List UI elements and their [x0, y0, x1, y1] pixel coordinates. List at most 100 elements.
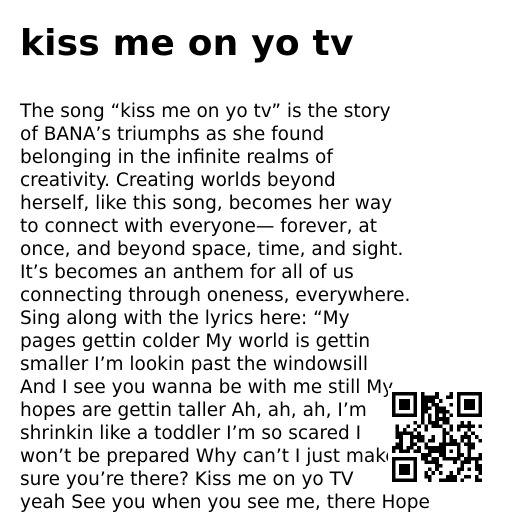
- qr-module: [392, 478, 396, 482]
- description-line: smaller I’m lookin past the windowsill: [20, 354, 368, 375]
- qr-module: [399, 438, 403, 443]
- qr-module: [464, 460, 468, 464]
- qr-module: [442, 417, 446, 421]
- qr-module: [460, 460, 464, 464]
- qr-module: [431, 420, 436, 425]
- qr-module: [438, 424, 443, 428]
- qr-module: [402, 449, 407, 454]
- qr-module: [431, 456, 436, 461]
- qr-module: [456, 428, 461, 432]
- qr-module: [478, 410, 482, 414]
- page-title: kiss me on yo tv: [20, 23, 354, 64]
- qr-module: [428, 438, 432, 443]
- qr-module: [435, 410, 439, 414]
- qr-module: [456, 453, 461, 457]
- qr-module: [406, 471, 410, 475]
- qr-module: [392, 392, 396, 396]
- qr-module: [428, 478, 432, 482]
- qr-module: [428, 460, 432, 464]
- qr-module: [420, 402, 425, 407]
- qr-module: [431, 424, 436, 428]
- qr-module: [438, 471, 443, 475]
- qr-module: [402, 431, 407, 436]
- qr-module: [442, 453, 446, 457]
- qr-module: [428, 417, 432, 421]
- qr-module: [435, 449, 439, 454]
- qr-module: [449, 471, 454, 475]
- qr-module: [402, 406, 407, 410]
- qr-module: [471, 399, 475, 403]
- qr-module: [471, 424, 475, 428]
- qr-module: [428, 420, 432, 425]
- qr-module: [420, 406, 425, 410]
- qr-module: [424, 406, 428, 410]
- qr-module: [446, 456, 450, 461]
- qr-module: [474, 435, 479, 439]
- qr-module: [428, 413, 432, 418]
- qr-module: [453, 478, 457, 482]
- qr-module: [467, 456, 472, 461]
- qr-module: [413, 449, 418, 454]
- qr-module: [467, 413, 472, 418]
- qr-module: [406, 399, 410, 403]
- qr-module: [399, 456, 403, 461]
- qr-module: [449, 428, 454, 432]
- qr-module: [471, 402, 475, 407]
- qr-module: [464, 474, 468, 479]
- qr-module: [399, 467, 403, 472]
- qr-module: [435, 456, 439, 461]
- qr-module: [474, 413, 479, 418]
- qr-module: [402, 428, 407, 432]
- qr-module: [424, 446, 428, 450]
- qr-module: [402, 456, 407, 461]
- qr-module: [460, 478, 464, 482]
- qr-module: [417, 431, 421, 436]
- qr-module: [413, 464, 418, 468]
- qr-module: [406, 478, 410, 482]
- qr-module: [420, 399, 425, 403]
- qr-module: [460, 438, 464, 443]
- qr-module: [460, 420, 464, 425]
- qr-module: [406, 413, 410, 418]
- qr-module: [392, 402, 396, 407]
- qr-module: [456, 399, 461, 403]
- qr-module: [406, 467, 410, 472]
- qr-module: [413, 410, 418, 414]
- qr-module: [424, 474, 428, 479]
- qr-module: [453, 438, 457, 443]
- qr-module: [467, 402, 472, 407]
- qr-module: [420, 435, 425, 439]
- qr-module: [456, 471, 461, 475]
- qr-module: [464, 431, 468, 436]
- qr-module: [446, 478, 450, 482]
- qr-module: [392, 446, 396, 450]
- qr-module: [428, 453, 432, 457]
- qr-module: [424, 453, 428, 457]
- qr-module: [392, 449, 396, 454]
- qr-module: [392, 464, 396, 468]
- qr-module: [449, 392, 454, 396]
- qr-module: [467, 474, 472, 479]
- qr-module: [442, 449, 446, 454]
- qr-code[interactable]: [388, 388, 486, 486]
- qr-module: [449, 424, 454, 428]
- qr-module: [478, 406, 482, 410]
- qr-module: [402, 399, 407, 403]
- qr-module: [456, 467, 461, 472]
- qr-module: [474, 456, 479, 461]
- qr-module: [420, 456, 425, 461]
- qr-module: [460, 464, 464, 468]
- qr-module: [431, 435, 436, 439]
- qr-module: [456, 456, 461, 461]
- qr-module: [438, 446, 443, 450]
- qr-module: [399, 442, 403, 446]
- qr-module: [442, 410, 446, 414]
- qr-module: [467, 449, 472, 454]
- qr-module: [478, 464, 482, 468]
- qr-module: [464, 435, 468, 439]
- qr-module: [413, 392, 418, 396]
- qr-module: [399, 464, 403, 468]
- description-line: belonging in the infinite realms of: [20, 147, 333, 168]
- qr-module: [478, 471, 482, 475]
- qr-module: [420, 453, 425, 457]
